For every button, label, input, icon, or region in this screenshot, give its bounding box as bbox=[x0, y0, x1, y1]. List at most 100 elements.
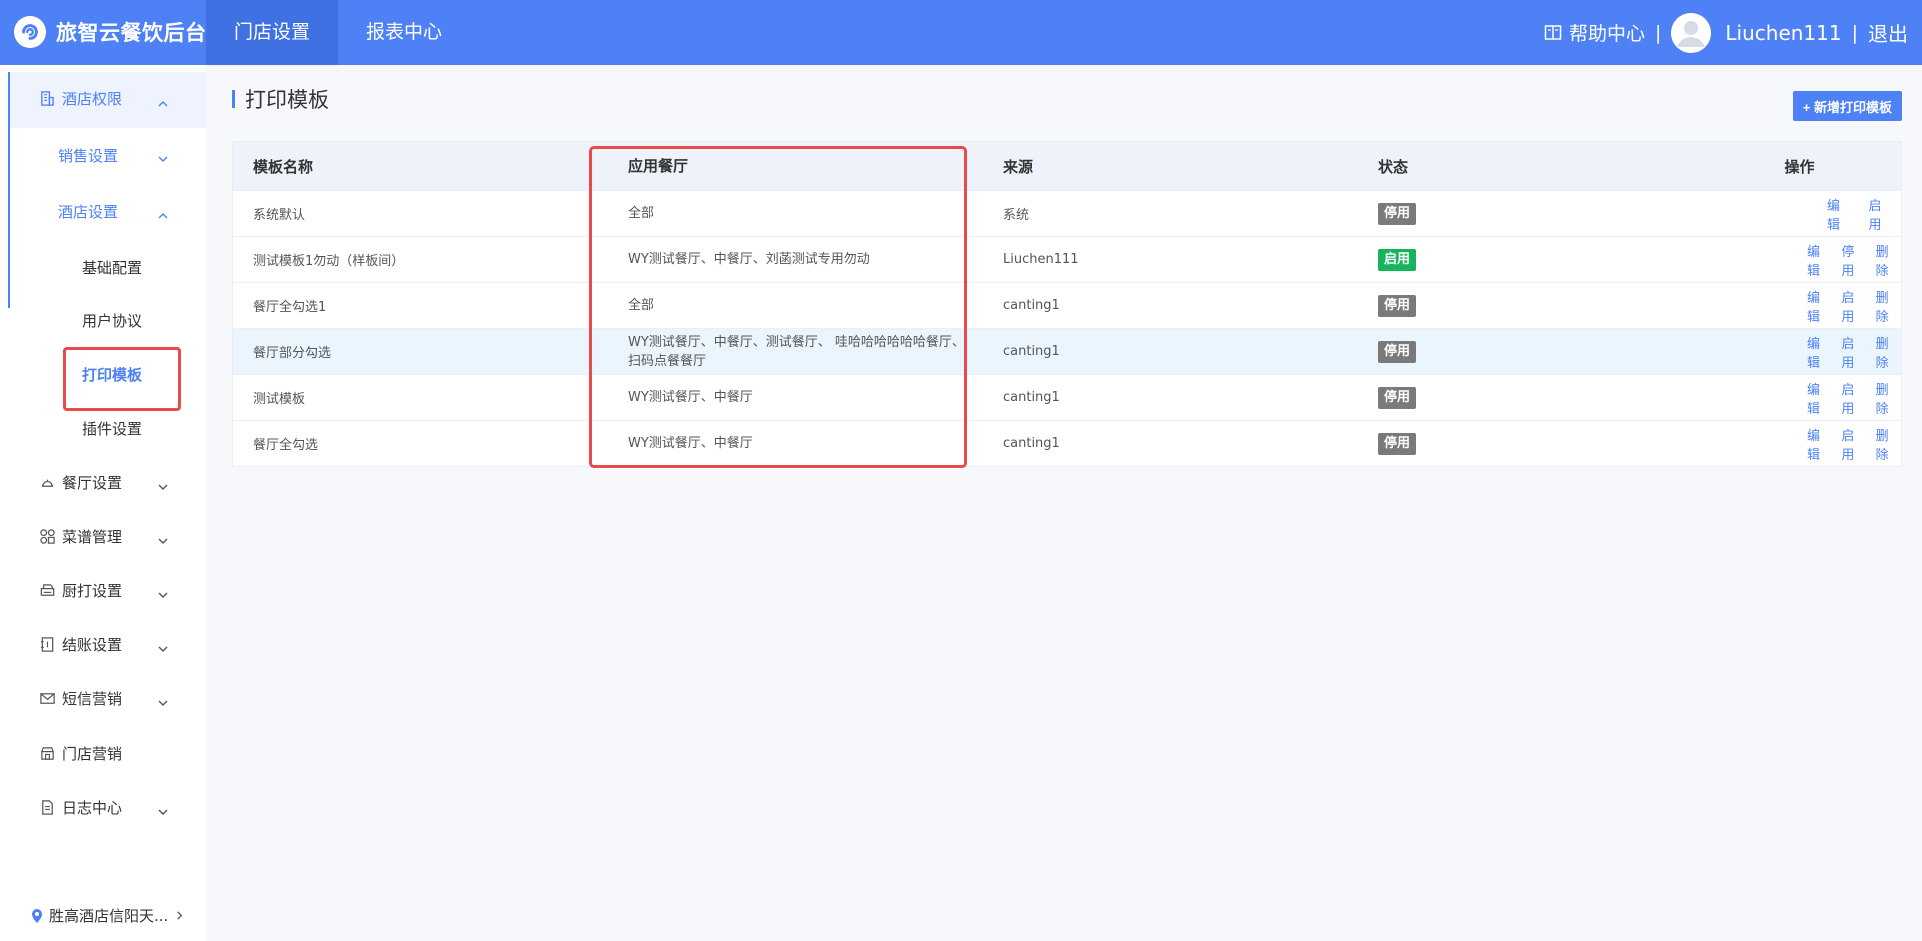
edit-button[interactable]: 编辑 bbox=[1807, 241, 1823, 279]
logo-text: 旅智云餐饮后台 bbox=[56, 21, 207, 45]
sidebar-item-label: 基础配置 bbox=[82, 259, 143, 277]
template-source: canting1 bbox=[1003, 298, 1060, 313]
chevron-down-icon[interactable] bbox=[157, 640, 169, 652]
sidebar-item-user-agreement[interactable]: 用户协议 bbox=[82, 310, 142, 331]
separator: | bbox=[1654, 21, 1662, 44]
sidebar-item-menu-management[interactable]: 菜谱管理 bbox=[38, 526, 122, 547]
separator-2: | bbox=[1851, 21, 1858, 44]
template-source: canting1 bbox=[1003, 344, 1060, 359]
chevron-down-icon[interactable] bbox=[157, 150, 169, 162]
sidebar-item-label: 门店营销 bbox=[62, 745, 123, 763]
store-name: 胜高酒店信阳天... bbox=[49, 907, 169, 925]
template-name: 测试模板1勿动（样板间） bbox=[253, 254, 405, 269]
header-user-area: 帮助中心 | Liuchen111 | 退出 bbox=[1544, 0, 1908, 65]
sidebar-item-label: 菜谱管理 bbox=[62, 528, 123, 546]
chevron-down-icon[interactable] bbox=[157, 478, 169, 490]
enable-button[interactable]: 启用 bbox=[1841, 333, 1857, 371]
delete-button[interactable]: 删除 bbox=[1876, 333, 1892, 371]
enable-button[interactable]: 启用 bbox=[1841, 287, 1857, 325]
annotation-highlight-box bbox=[63, 347, 181, 411]
add-print-template-button[interactable]: + 新增打印模板 bbox=[1792, 91, 1902, 121]
sidebar-item-sms-marketing[interactable]: 短信营销 bbox=[38, 688, 122, 709]
sidebar-item-label: 销售设置 bbox=[58, 147, 119, 165]
template-restaurants: WY测试餐厅、中餐厅 bbox=[628, 436, 753, 451]
template-name: 餐厅全勾选1 bbox=[253, 300, 327, 315]
avatar[interactable] bbox=[1671, 12, 1712, 53]
ledger-icon bbox=[38, 636, 56, 654]
sidebar-item-checkout-settings[interactable]: 结账设置 bbox=[38, 634, 122, 655]
current-store-selector[interactable]: 胜高酒店信阳天... bbox=[30, 905, 190, 926]
username[interactable]: Liuchen111 bbox=[1725, 21, 1841, 45]
template-name: 测试模板 bbox=[253, 392, 306, 407]
enable-button[interactable]: 启用 bbox=[1841, 379, 1857, 417]
template-restaurants: WY测试餐厅、中餐厅、刘菡测试专用勿动 bbox=[628, 252, 870, 267]
sidebar-item-label: 短信营销 bbox=[62, 690, 123, 708]
document-icon bbox=[38, 799, 56, 817]
chevron-up-icon[interactable] bbox=[157, 207, 169, 219]
edit-button[interactable]: 编辑 bbox=[1807, 425, 1823, 463]
status-badge: 停用 bbox=[1378, 202, 1417, 225]
sidebar-item-log-center[interactable]: 日志中心 bbox=[38, 797, 122, 818]
table-row: 餐厅部分勾选 WY测试餐厅、中餐厅、测试餐厅、 哇哈哈哈哈哈哈餐厅、扫码点餐餐厅… bbox=[233, 328, 1901, 374]
tab-report-center[interactable]: 报表中心 bbox=[338, 0, 470, 65]
edit-button[interactable]: 编辑 bbox=[1807, 379, 1823, 417]
template-restaurants: WY测试餐厅、中餐厅、测试餐厅、 哇哈哈哈哈哈哈餐厅、扫码点餐餐厅 bbox=[628, 334, 965, 369]
sidebar-item-restaurant-settings[interactable]: 餐厅设置 bbox=[38, 472, 122, 493]
location-pin-icon bbox=[32, 908, 42, 923]
column-header-restaurants[interactable]: 应用餐厅 bbox=[608, 157, 983, 176]
template-name: 餐厅部分勾选 bbox=[253, 346, 332, 361]
top-header: 旅智云餐饮后台 门店设置 报表中心 帮助中心 | Liuchen111 | 退出 bbox=[0, 0, 1922, 65]
delete-button[interactable]: 删除 bbox=[1876, 287, 1892, 325]
chevron-down-icon[interactable] bbox=[157, 694, 169, 706]
sidebar-item-plugin-settings[interactable]: 插件设置 bbox=[82, 418, 142, 439]
sidebar-item-hotel-settings[interactable]: 酒店设置 bbox=[58, 201, 118, 222]
enable-button[interactable]: 启用 bbox=[1869, 195, 1893, 233]
printer-icon bbox=[38, 582, 56, 600]
tab-store-settings[interactable]: 门店设置 bbox=[206, 0, 338, 65]
sidebar-item-hotel-permission[interactable]: 酒店权限 bbox=[38, 88, 122, 109]
edit-button[interactable]: 编辑 bbox=[1807, 333, 1823, 371]
status-badge: 停用 bbox=[1378, 340, 1417, 363]
help-center-label: 帮助中心 bbox=[1568, 23, 1645, 45]
status-badge: 停用 bbox=[1378, 432, 1417, 455]
store-icon bbox=[38, 745, 56, 763]
status-badge: 停用 bbox=[1378, 294, 1417, 317]
column-header-source[interactable]: 来源 bbox=[983, 156, 1358, 177]
edit-button[interactable]: 编辑 bbox=[1827, 195, 1851, 233]
table-row: 餐厅全勾选1 全部 canting1 停用 编辑 启用 删除 bbox=[233, 282, 1901, 328]
sidebar-item-label: 厨打设置 bbox=[62, 582, 123, 600]
delete-button[interactable]: 删除 bbox=[1876, 379, 1892, 417]
logo-icon bbox=[14, 16, 46, 48]
column-header-template-name[interactable]: 模板名称 bbox=[233, 156, 608, 177]
table-row: 餐厅全勾选 WY测试餐厅、中餐厅 canting1 停用 编辑 启用 删除 bbox=[233, 420, 1901, 466]
logo[interactable]: 旅智云餐饮后台 bbox=[14, 12, 207, 52]
status-badge: 启用 bbox=[1378, 248, 1417, 271]
enable-button[interactable]: 启用 bbox=[1841, 425, 1857, 463]
help-center-link[interactable]: 帮助中心 bbox=[1544, 19, 1645, 46]
disable-button[interactable]: 停用 bbox=[1841, 241, 1857, 279]
chevron-down-icon[interactable] bbox=[157, 803, 169, 815]
sidebar: 酒店权限 销售设置 酒店设置 基础配置 用户协议 打印模板 插件设置 餐厅设置 … bbox=[0, 65, 206, 941]
sidebar-item-sales-settings[interactable]: 销售设置 bbox=[58, 145, 118, 166]
chevron-up-icon[interactable] bbox=[157, 95, 169, 107]
template-restaurants: 全部 bbox=[628, 206, 655, 221]
table-row: 测试模板 WY测试餐厅、中餐厅 canting1 停用 编辑 启用 删除 bbox=[233, 374, 1901, 420]
chevron-down-icon[interactable] bbox=[157, 532, 169, 544]
logout-button[interactable]: 退出 bbox=[1868, 18, 1908, 47]
sidebar-item-basic-config[interactable]: 基础配置 bbox=[82, 257, 142, 278]
delete-button[interactable]: 删除 bbox=[1876, 241, 1892, 279]
table-header: 模板名称 应用餐厅 来源 状态 操作 bbox=[233, 142, 1901, 190]
edit-button[interactable]: 编辑 bbox=[1807, 287, 1823, 325]
book-icon bbox=[1544, 24, 1562, 40]
user-avatar-icon bbox=[1671, 12, 1712, 53]
sidebar-item-label: 酒店设置 bbox=[58, 203, 119, 221]
template-source: Liuchen111 bbox=[1003, 252, 1079, 267]
delete-button[interactable]: 删除 bbox=[1876, 425, 1892, 463]
building-icon bbox=[38, 90, 56, 108]
sidebar-item-kitchen-print[interactable]: 厨打设置 bbox=[38, 580, 122, 601]
sidebar-group-line bbox=[8, 128, 10, 308]
sidebar-item-store-marketing[interactable]: 门店营销 bbox=[38, 743, 122, 764]
chevron-down-icon[interactable] bbox=[157, 586, 169, 598]
template-name: 餐厅全勾选 bbox=[253, 438, 319, 453]
column-header-status[interactable]: 状态 bbox=[1358, 156, 1638, 177]
